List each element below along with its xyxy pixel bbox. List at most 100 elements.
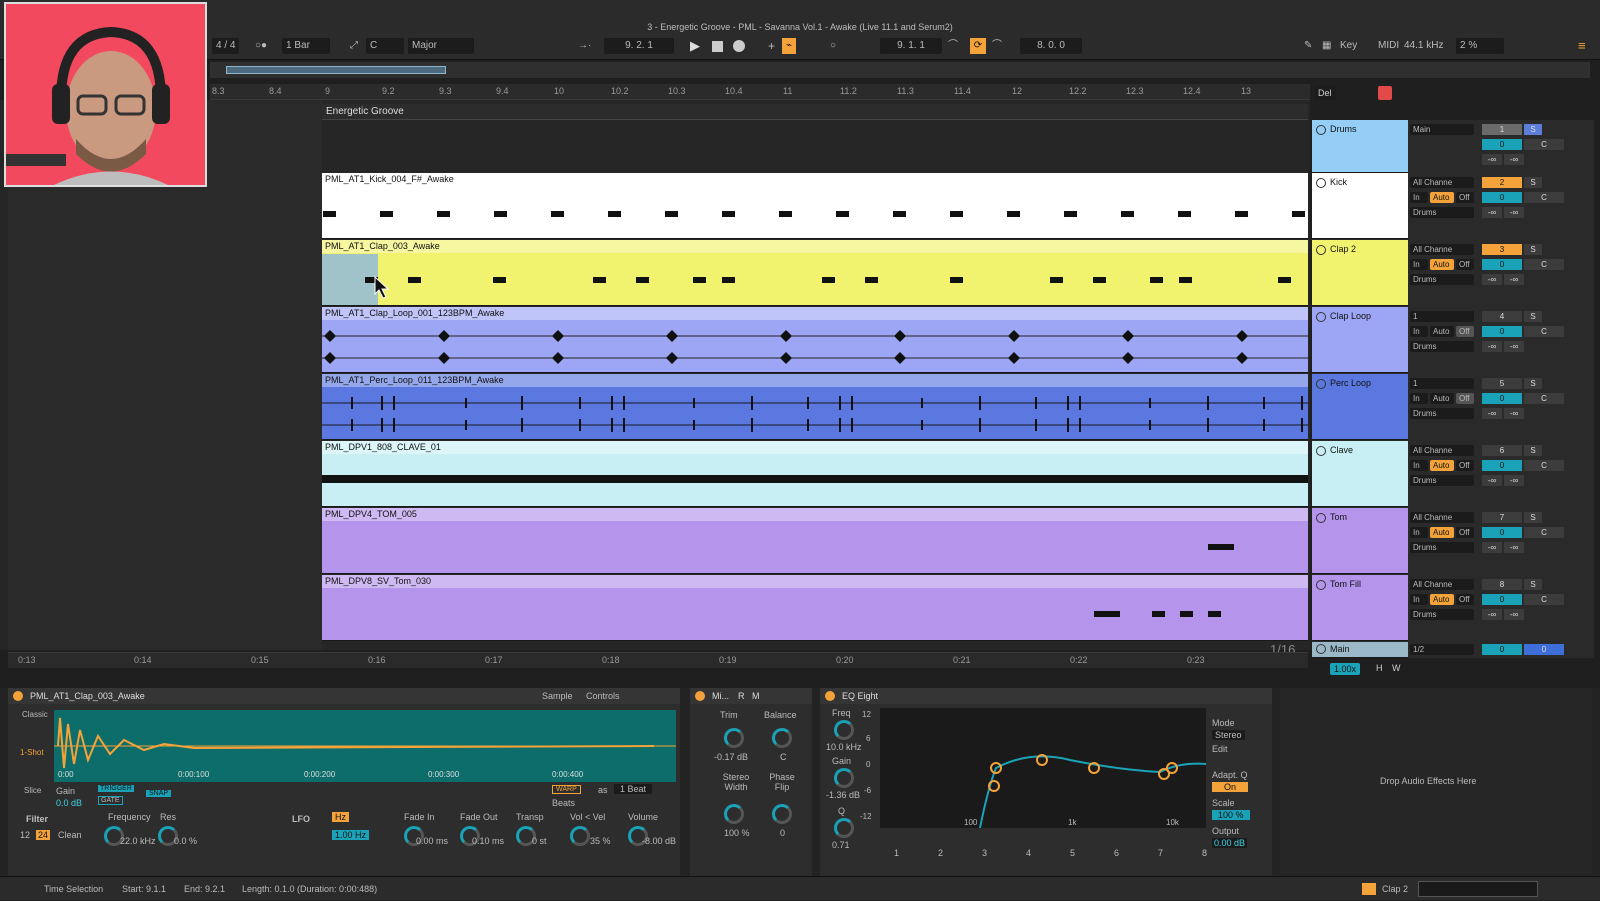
clip-clap-loop[interactable]: PML_AT1_Clap_Loop_001_123BPM_Awake (322, 307, 1308, 373)
monitor-in[interactable]: In (1410, 393, 1428, 404)
track-pan[interactable]: C (1524, 594, 1564, 605)
key-map-button[interactable]: Key (1340, 38, 1357, 54)
monitor-auto[interactable]: Auto (1430, 192, 1454, 203)
tab-sample[interactable]: Sample (542, 691, 573, 701)
follow-icon[interactable]: ⤢ (350, 38, 358, 54)
clip-perc-loop[interactable]: PML_AT1_Perc_Loop_011_123BPM_Awake (322, 374, 1308, 440)
group-volume[interactable]: 0 (1482, 139, 1522, 150)
output-value[interactable]: 0.00 dB (1212, 838, 1248, 848)
mode-one-shot[interactable]: 1-Shot (20, 748, 44, 757)
overdub-icon[interactable]: + (768, 38, 775, 54)
send-b[interactable]: -∞ (1504, 341, 1524, 352)
send-b[interactable]: -∞ (1504, 207, 1524, 218)
stop-button[interactable] (712, 41, 723, 52)
mode-select[interactable]: Stereo (1212, 730, 1245, 740)
lock-icon[interactable] (1378, 86, 1392, 100)
group-send-a[interactable]: -∞ (1482, 154, 1502, 165)
monitor-auto[interactable]: Auto (1430, 594, 1454, 605)
warp-mode-select[interactable]: Beats (552, 798, 575, 808)
key-select[interactable]: C (366, 38, 404, 54)
lfo-toggle[interactable]: LFO (292, 814, 310, 824)
input-select[interactable]: 1 (1410, 378, 1474, 389)
main-pan[interactable]: 0 (1524, 644, 1564, 655)
punch-in-icon[interactable]: ⌒ (948, 38, 958, 54)
arrangement-overview[interactable] (210, 62, 1590, 78)
quantize-select[interactable]: 1 Bar (282, 38, 330, 54)
gain-knob[interactable] (834, 768, 854, 788)
loop-length[interactable]: 8. 0. 0 (1020, 38, 1082, 54)
track-pan[interactable]: C (1524, 259, 1564, 270)
vel-knob[interactable] (570, 826, 590, 846)
track-header-clave[interactable]: Clave (1312, 441, 1408, 507)
band-7[interactable]: 7 (1158, 848, 1163, 858)
input-select[interactable]: All Channe (1410, 512, 1474, 523)
input-select[interactable]: All Channe (1410, 244, 1474, 255)
loop-record-icon[interactable]: ○ (830, 38, 836, 54)
track-header-tom-fill[interactable]: Tom Fill (1312, 575, 1408, 641)
freq-knob[interactable] (834, 720, 854, 740)
track-activator[interactable]: 4 (1482, 311, 1522, 322)
width-knob[interactable] (724, 804, 744, 824)
track-volume[interactable]: 0 (1482, 527, 1522, 538)
output-select[interactable]: Drums (1410, 542, 1474, 553)
r-button[interactable]: R (738, 691, 745, 701)
track-volume[interactable]: 0 (1482, 259, 1522, 270)
clip-clap-2[interactable]: PML_AT1_Clap_003_Awake (322, 240, 1308, 306)
track-pan[interactable]: C (1524, 460, 1564, 471)
lfo-hz-button[interactable]: Hz (332, 812, 349, 822)
gain-value[interactable]: 0.0 dB (56, 798, 82, 808)
track-pan[interactable]: C (1524, 527, 1564, 538)
overview-viewport[interactable] (226, 66, 446, 74)
band-8[interactable]: 8 (1202, 848, 1207, 858)
send-b[interactable]: -∞ (1504, 274, 1524, 285)
track-pan[interactable]: C (1524, 393, 1564, 404)
track-header-main[interactable]: Main (1312, 642, 1408, 658)
locator-lane[interactable]: Energetic Groove (322, 104, 1308, 120)
monitor-in[interactable]: In (1410, 527, 1428, 538)
sample-waveform[interactable]: 0:00 0:00:100 0:00:200 0:00:300 0:00:400 (54, 710, 676, 782)
selected-track[interactable]: Clap 2 (1382, 877, 1408, 901)
trigger-button[interactable]: TRIGGER (98, 785, 134, 792)
trim-knob[interactable] (724, 728, 744, 748)
track-activator[interactable]: 7 (1482, 512, 1522, 523)
group-activator[interactable]: 1 (1482, 124, 1522, 135)
solo-button[interactable]: S (1524, 244, 1542, 255)
band-5[interactable]: 5 (1070, 848, 1075, 858)
band-2[interactable]: 2 (938, 848, 943, 858)
monitor-auto[interactable]: Auto (1430, 527, 1454, 538)
slope-12[interactable]: 12 (20, 830, 30, 840)
slope-24[interactable]: 24 (36, 830, 51, 840)
solo-button[interactable]: S (1524, 311, 1542, 322)
track-volume[interactable]: 0 (1482, 594, 1522, 605)
send-a[interactable]: -∞ (1482, 408, 1502, 419)
send-a[interactable]: -∞ (1482, 274, 1502, 285)
clip-kick[interactable]: PML_AT1_Kick_004_F#_Awake (322, 173, 1308, 239)
send-a[interactable]: -∞ (1482, 207, 1502, 218)
automation-arm-icon[interactable]: ⌁ (782, 38, 796, 54)
mode-slice[interactable]: Slice (24, 786, 41, 795)
monitor-off[interactable]: Off (1456, 259, 1474, 270)
send-a[interactable]: -∞ (1482, 609, 1502, 620)
send-b[interactable]: -∞ (1504, 408, 1524, 419)
loop-start[interactable]: 9. 1. 1 (880, 38, 942, 54)
scale-select[interactable]: Major (408, 38, 474, 54)
band-4[interactable]: 4 (1026, 848, 1031, 858)
track-header-drums[interactable]: Drums (1312, 120, 1408, 173)
monitor-auto[interactable]: Auto (1430, 460, 1454, 471)
m-button[interactable]: M (752, 691, 760, 701)
loop-switch-icon[interactable]: ⟳ (970, 38, 986, 54)
warp-button[interactable]: WARP (552, 785, 581, 794)
track-activator[interactable]: 5 (1482, 378, 1522, 389)
output-select[interactable]: Drums (1410, 274, 1474, 285)
track-header-tom[interactable]: Tom (1312, 508, 1408, 574)
track-activator[interactable]: 2 (1482, 177, 1522, 188)
track-header-clap-loop[interactable]: Clap Loop (1312, 307, 1408, 373)
track-volume[interactable]: 0 (1482, 192, 1522, 203)
monitor-in[interactable]: In (1410, 326, 1428, 337)
group-send-b[interactable]: -∞ (1504, 154, 1524, 165)
output-select[interactable]: Drums (1410, 207, 1474, 218)
mode-classic[interactable]: Classic (22, 710, 48, 719)
monitor-off[interactable]: Off (1456, 527, 1474, 538)
send-b[interactable]: -∞ (1504, 609, 1524, 620)
input-select[interactable]: 1 (1410, 311, 1474, 322)
